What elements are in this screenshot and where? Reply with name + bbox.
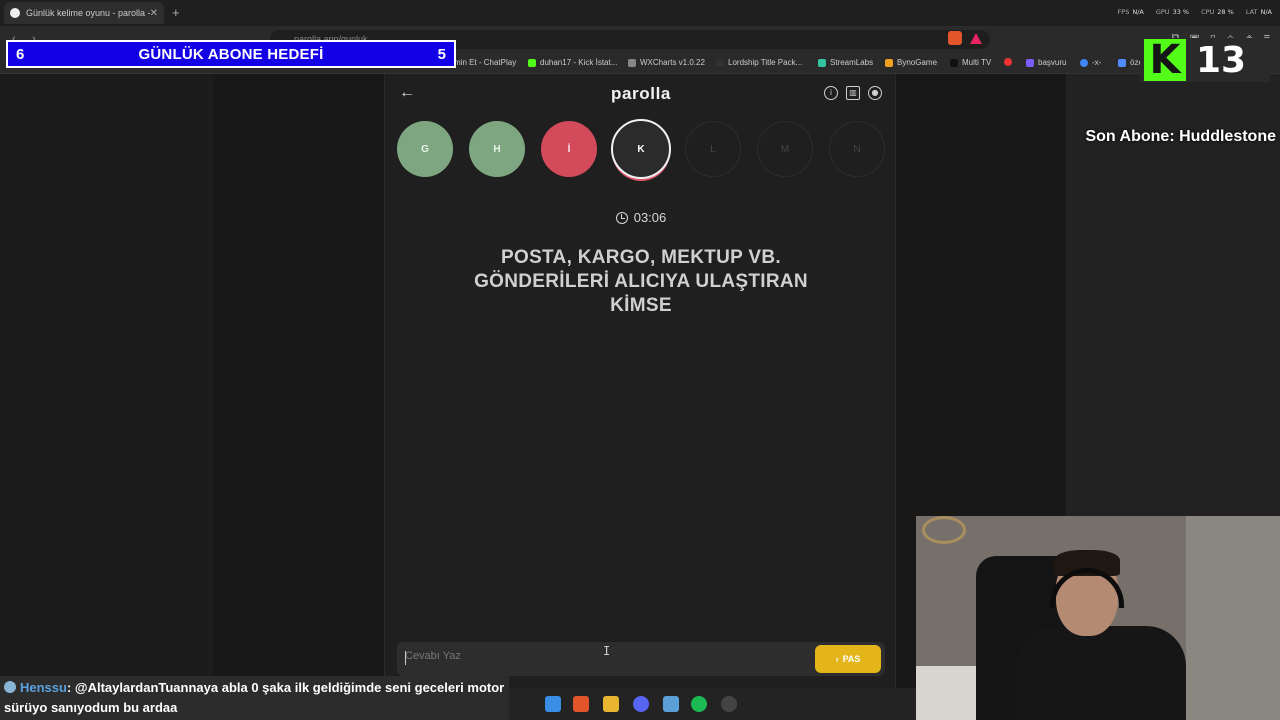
perf-fps: FPS N/A [1117,8,1144,16]
letter-circle-l: L [685,121,741,177]
bookmark-x[interactable]: -x- [1080,58,1101,67]
bookmark-red[interactable] [1004,58,1016,66]
spotify-icon[interactable] [691,696,707,712]
bookmark-bynogame[interactable]: BynoGame [885,58,937,67]
letter-circle-m: M [757,121,813,177]
browser-tab-strip: Günlük kelime oyunu - parolla - ✕ + FPS N… [0,0,1280,26]
chat-text: : @AltaylardanTuannaya abla 0 şaka ilk g… [4,680,505,715]
text-caret [405,651,406,665]
goal-target: 5 [437,45,446,63]
pass-label: PAS [842,654,861,664]
info-icon[interactable]: i [824,86,838,100]
chat-badge-icon [4,681,16,693]
bookmark-basvuru[interactable]: başvuru [1026,58,1066,67]
letter-circle-i: İ [541,121,597,177]
perf-cpu: CPU 28 % [1201,8,1234,16]
obs-icon[interactable] [721,696,737,712]
last-subscriber: Son Abone: Huddlestone [1085,128,1276,145]
tab-title: Günlük kelime oyunu - parolla - [26,8,150,18]
pass-button[interactable]: › PAS [815,645,881,673]
new-tab-button[interactable]: + [172,5,180,20]
webcam-feed [916,516,1280,720]
file-explorer-icon[interactable] [603,696,619,712]
performance-readout: FPS N/A GPU 33 % CPU 28 % LAT N/A [1118,8,1272,16]
goal-current: 6 [16,45,25,63]
profile-icon[interactable]: ● [868,86,882,100]
chat-username: Henssu [20,680,67,695]
question-text: POSTA, KARGO, MEKTUP VB. GÖNDERİLERİ ALI… [474,247,808,316]
subscriber-goal-bar: 6 GÜNLÜK ABONE HEDEFİ 5 [6,40,456,68]
kick-count: 13 [1196,39,1247,81]
perf-lat: LAT N/A [1245,8,1272,16]
chevron-right-icon: › [835,654,839,664]
clock-icon [615,211,628,224]
perf-gpu: GPU 33 % [1155,8,1190,16]
bookmark-multitv[interactable]: Multi TV [950,58,991,67]
letter-circle-k: K [611,119,671,179]
letter-circle-n: N [829,121,885,177]
app-logo: parolla [611,84,671,103]
stats-icon[interactable]: ▥ [846,86,860,100]
bookmark-lordship[interactable]: Lordship Title Pack... [716,58,802,67]
tab-close-icon[interactable]: ✕ [150,8,158,19]
brave-browser-icon[interactable] [573,696,589,712]
page-gutter-left [0,74,213,720]
app-icon[interactable] [663,696,679,712]
bookmark-kick-stats[interactable]: duhan17 - Kick İstat... [528,58,617,67]
countdown-timer: 03:06 [385,210,897,225]
brave-shield-icon[interactable] [948,31,962,45]
timer-value: 03:06 [633,210,667,225]
letter-circle-g: G [397,121,453,177]
letter-circle-h: H [469,121,525,177]
tab-favicon-icon [10,8,20,18]
chat-message: Henssu: @AltaylardanTuannaya abla 0 şaka… [0,676,509,720]
bookmark-wxcharts[interactable]: WXCharts v1.0.22 [628,58,705,67]
browser-tab[interactable]: Günlük kelime oyunu - parolla - ✕ [4,2,164,24]
goal-title: GÜNLÜK ABONE HEDEFİ [138,45,324,63]
parolla-app: ← parolla i ▥ ● G H İ K L M N 03:06 POST… [384,74,896,694]
mouse-ibeam-cursor: I [603,644,611,658]
bookmark-chatplay[interactable]: min Et - ChatPlay [454,58,516,67]
kick-logo-icon: K [1144,39,1186,81]
start-menu-icon[interactable] [545,696,561,712]
kick-viewer-counter: K 13 [1140,38,1270,82]
os-taskbar [509,688,916,720]
answer-bar: › PAS [397,642,885,676]
brave-rewards-icon[interactable] [970,33,982,44]
wall-decoration [922,516,966,544]
discord-icon[interactable] [633,696,649,712]
bookmark-streamlabs[interactable]: StreamLabs [818,58,873,67]
